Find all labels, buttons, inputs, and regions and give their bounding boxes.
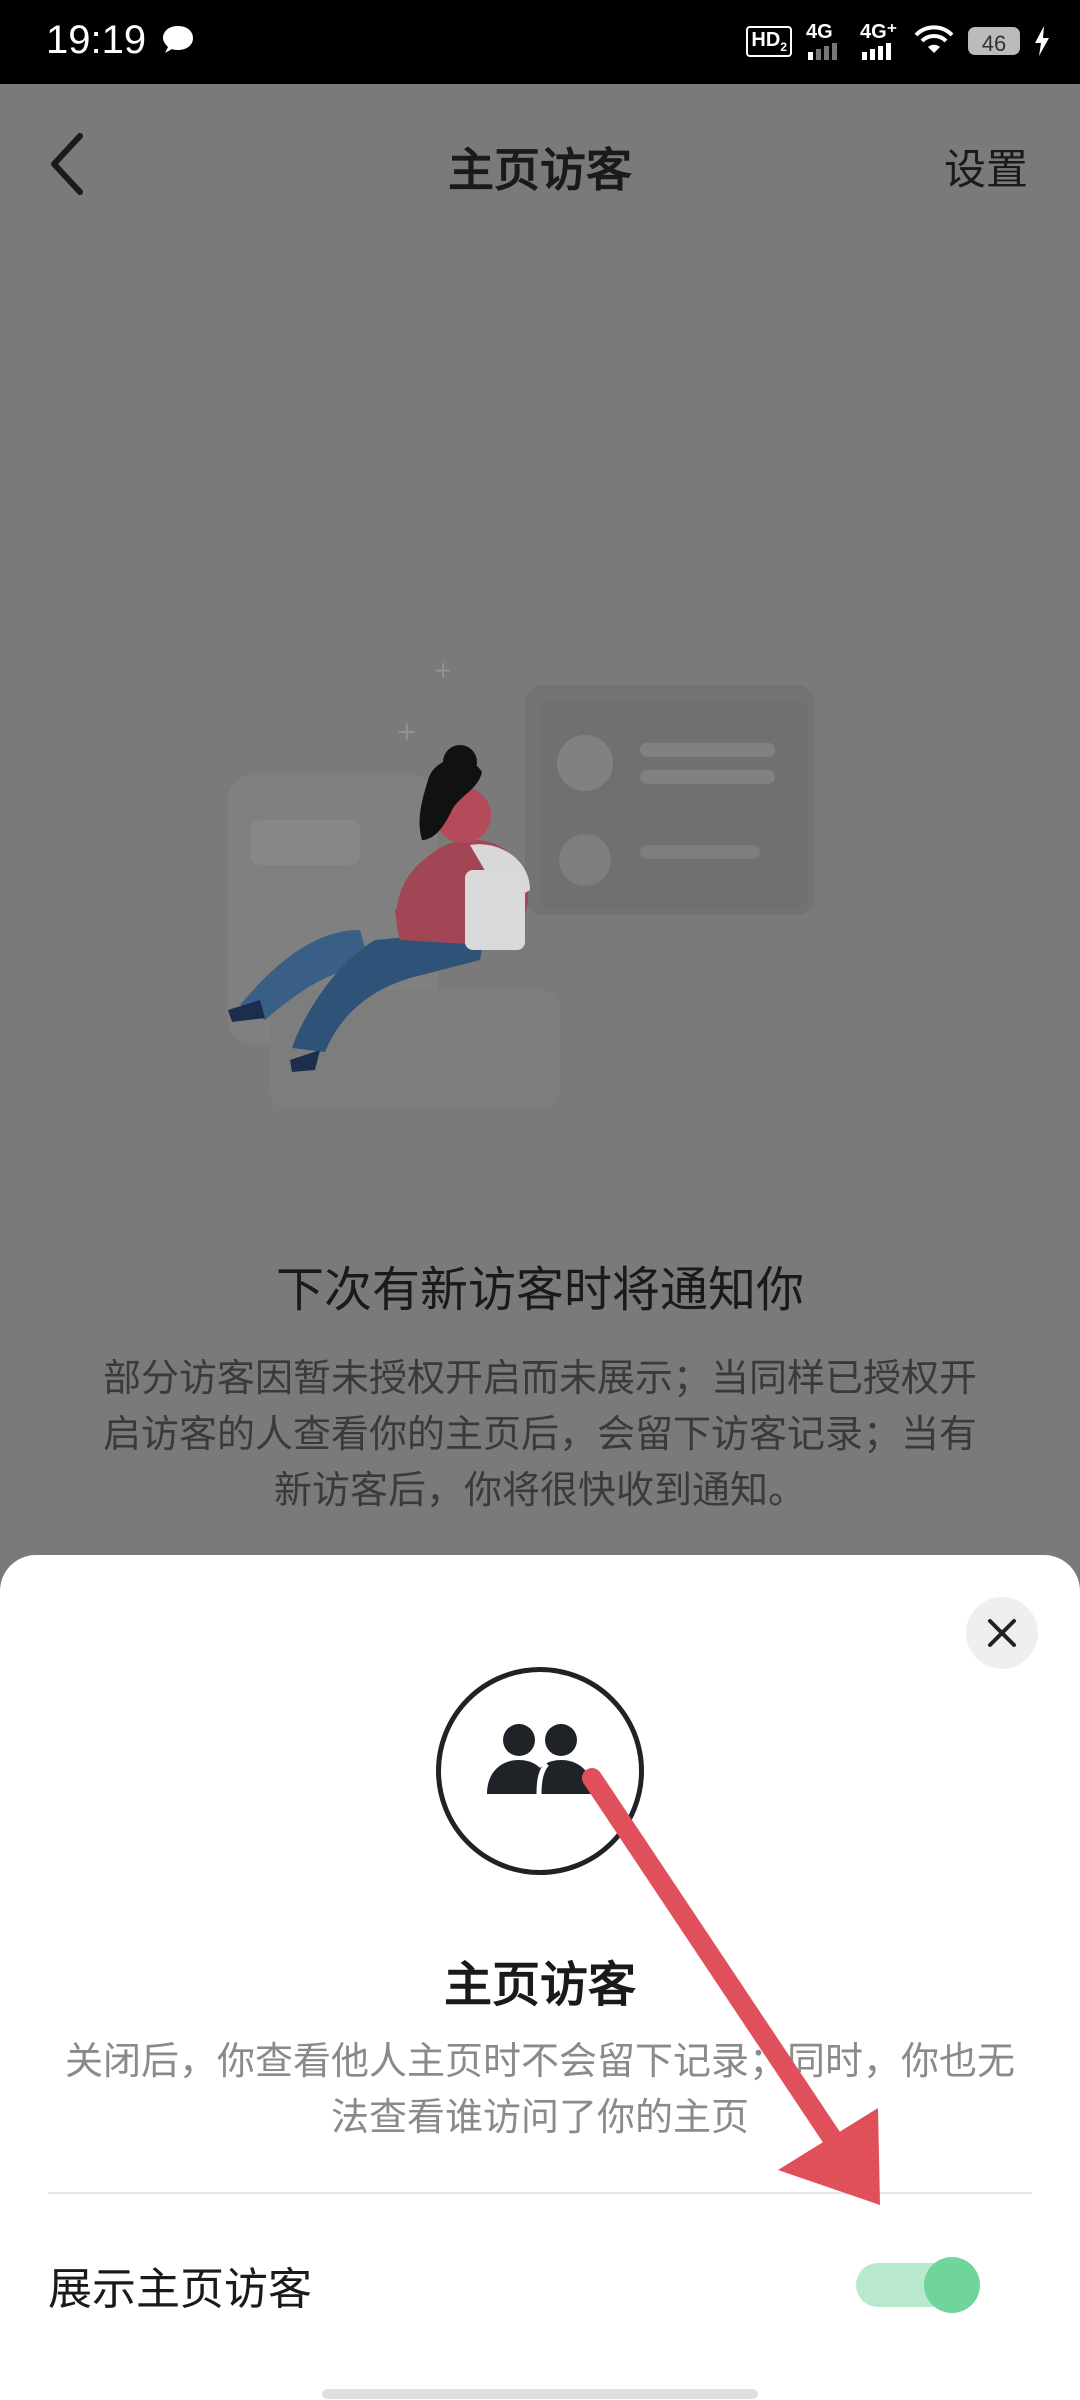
divider — [48, 2192, 1032, 2194]
reading-person-illustration: + + — [228, 660, 815, 1110]
hd-badge: HD2 — [746, 25, 792, 57]
status-bar: 19:19 HD2 4G 4G⁺ 46 — [0, 0, 1080, 84]
page-title: 主页访客 — [448, 143, 632, 197]
sheet-description: 关闭后，你查看他人主页时不会留下记录；同时，你也无法查看谁访问了你的主页 — [64, 2039, 1015, 2139]
toggle-knob — [924, 2257, 980, 2313]
wifi-icon — [914, 25, 954, 53]
show-visitors-toggle[interactable] — [856, 2257, 984, 2313]
svg-text:+: + — [396, 717, 418, 747]
page-header: 主页访客 设置 — [0, 84, 1080, 244]
battery-icon: 46 — [968, 27, 1020, 56]
signal-4g-2: 4G⁺ — [860, 22, 900, 60]
close-icon — [988, 1619, 1016, 1647]
sheet-title: 主页访客 — [443, 1957, 636, 2013]
message-bubble-icon — [163, 26, 193, 53]
show-visitors-label: 展示主页访客 — [48, 2264, 312, 2315]
settings-button[interactable]: 设置 — [944, 136, 1028, 197]
signal-bars-icon — [862, 43, 891, 60]
charging-bolt-icon — [1035, 26, 1049, 56]
visitors-icon-badge — [436, 1667, 644, 1875]
svg-text:+: + — [433, 660, 453, 684]
close-button[interactable] — [966, 1597, 1038, 1669]
empty-state-title: 下次有新访客时将通知你 — [275, 1262, 804, 1318]
signal-4g-1: 4G — [806, 22, 846, 60]
status-time: 19:19 — [46, 18, 147, 62]
signal-bars-icon — [808, 43, 837, 60]
home-indicator — [322, 2389, 758, 2399]
users-group-icon — [487, 1724, 593, 1795]
empty-state-description: 部分访客因暂未授权开启而未展示；当同样已授权开启访客的人查看你的主页后，会留下访… — [102, 1356, 977, 1512]
visitor-settings-sheet: 主页访客 关闭后，你查看他人主页时不会留下记录；同时，你也无法查看谁访问了你的主… — [0, 1555, 1080, 2400]
status-icons: HD2 4G 4G⁺ 46 — [746, 16, 1050, 66]
